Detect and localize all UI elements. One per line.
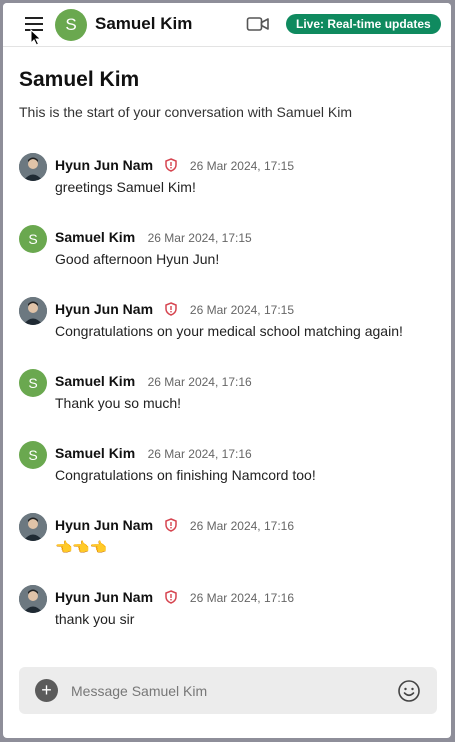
message-author[interactable]: Hyun Jun Nam (55, 301, 153, 317)
message-text: 👈👈👈 (55, 539, 108, 555)
message-timestamp: 26 Mar 2024, 17:15 (189, 159, 294, 173)
message-input[interactable] (71, 675, 381, 706)
message-author[interactable]: Samuel Kim (55, 229, 135, 245)
message-text: thank you sir (55, 611, 135, 627)
list-item: S Samuel Kim 26 Mar 2024, 17:16 Thank yo… (3, 369, 451, 441)
avatar[interactable]: S (55, 9, 87, 41)
shield-icon (165, 518, 178, 532)
message-timestamp: 26 Mar 2024, 17:16 (189, 591, 294, 605)
page-title: Samuel Kim (19, 68, 140, 91)
message-author[interactable]: Samuel Kim (55, 445, 135, 461)
message-timestamp: 26 Mar 2024, 17:16 (147, 375, 252, 389)
chat-window: S Samuel Kim Live: Real-time updates Sam… (3, 3, 451, 738)
list-item: Hyun Jun Nam 26 Mar 2024, 17:16 👈👈👈 (3, 513, 451, 585)
emoji-icon[interactable] (397, 679, 421, 703)
message-timestamp: 26 Mar 2024, 17:16 (147, 447, 252, 461)
message-author[interactable]: Hyun Jun Nam (55, 589, 153, 605)
avatar[interactable] (19, 297, 47, 325)
message-author[interactable]: Hyun Jun Nam (55, 157, 153, 173)
message-text: Congratulations on your medical school m… (55, 323, 403, 339)
conversation-title: Samuel Kim (95, 14, 193, 33)
message-text: greetings Samuel Kim! (55, 179, 196, 195)
list-item: Hyun Jun Nam 26 Mar 2024, 17:15 Congratu… (3, 297, 451, 369)
message-text: Congratulations on finishing Namcord too… (55, 467, 316, 483)
avatar[interactable] (19, 585, 47, 613)
mouse-cursor-icon (30, 29, 42, 46)
message-timestamp: 26 Mar 2024, 17:16 (189, 519, 294, 533)
message-list: Hyun Jun Nam 26 Mar 2024, 17:15 greeting… (3, 153, 451, 657)
shield-icon (165, 158, 178, 172)
status-badge: Live: Real-time updates (286, 14, 441, 34)
shield-icon (165, 590, 178, 604)
add-attachment-button[interactable]: + (35, 679, 58, 702)
message-text: Good afternoon Hyun Jun! (55, 251, 220, 267)
avatar[interactable]: S (19, 369, 47, 397)
avatar[interactable]: S (19, 441, 47, 469)
list-item: Hyun Jun Nam 26 Mar 2024, 17:15 greeting… (3, 153, 451, 225)
list-item: S Samuel Kim 26 Mar 2024, 17:15 Good aft… (3, 225, 451, 297)
message-text: Thank you so much! (55, 395, 182, 411)
message-composer: + (19, 667, 437, 714)
message-author[interactable]: Hyun Jun Nam (55, 517, 153, 533)
message-timestamp: 26 Mar 2024, 17:15 (147, 231, 252, 245)
message-author[interactable]: Samuel Kim (55, 373, 135, 389)
message-timestamp: 26 Mar 2024, 17:15 (189, 303, 294, 317)
chat-header: S Samuel Kim Live: Real-time updates (3, 3, 451, 47)
avatar[interactable] (19, 153, 47, 181)
avatar[interactable] (19, 513, 47, 541)
shield-icon (165, 302, 178, 316)
video-call-icon[interactable] (246, 15, 270, 33)
list-item: S Samuel Kim 26 Mar 2024, 17:16 Congratu… (3, 441, 451, 513)
list-item: Hyun Jun Nam 26 Mar 2024, 17:16 thank yo… (3, 585, 451, 657)
avatar[interactable]: S (19, 225, 47, 253)
conversation-start-text: This is the start of your conversation w… (19, 104, 353, 120)
